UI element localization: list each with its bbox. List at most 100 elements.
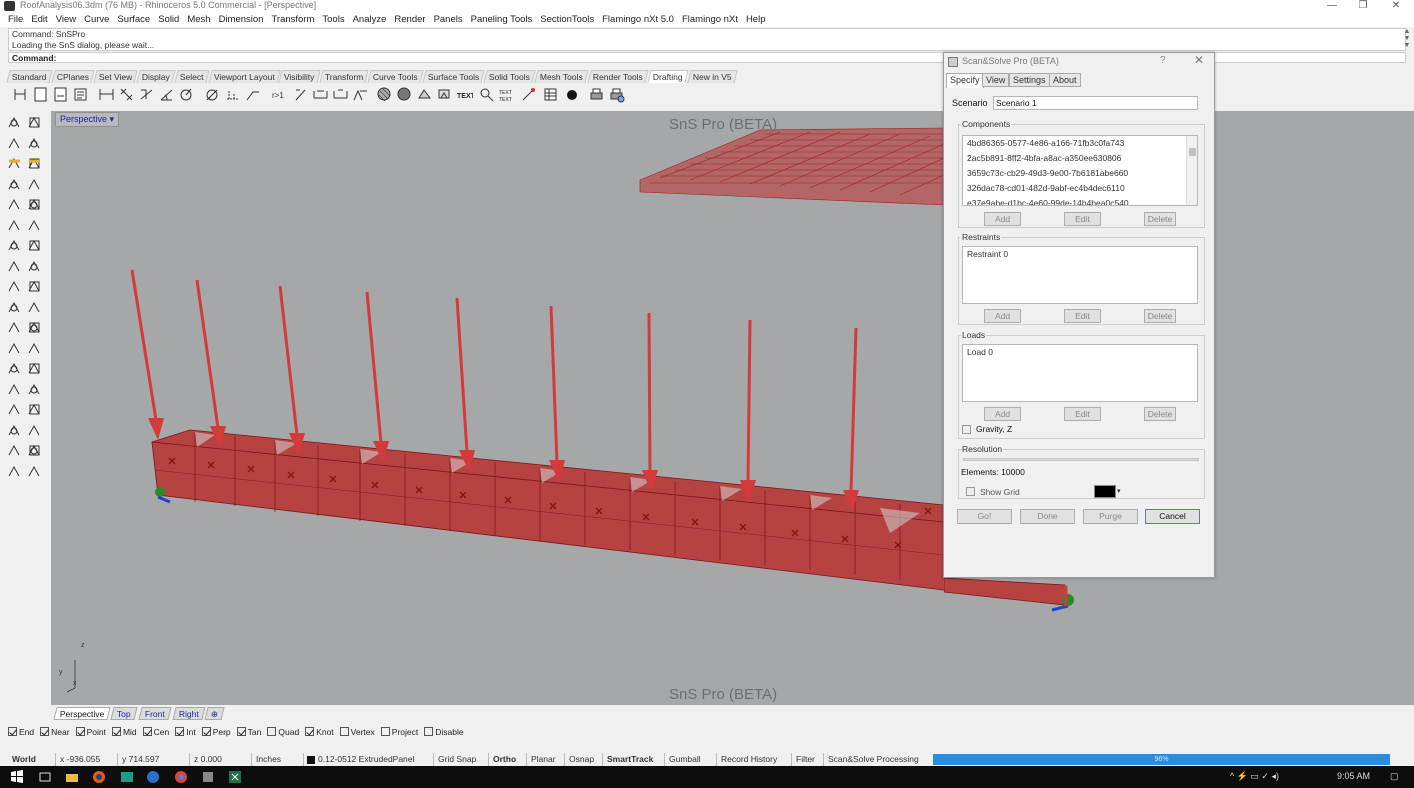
- restraints-edit-button[interactable]: Edit: [1064, 309, 1101, 323]
- tab-about[interactable]: About: [1049, 73, 1081, 87]
- rotated-dimension-icon[interactable]: [138, 86, 155, 103]
- notifications-icon[interactable]: ▢: [1390, 771, 1399, 782]
- select-points-icon[interactable]: [6, 114, 23, 131]
- tab-new-in-v5[interactable]: New in V5: [687, 70, 738, 83]
- move-icon[interactable]: [26, 217, 43, 234]
- cancel-button[interactable]: Cancel: [1145, 509, 1200, 524]
- tab-front[interactable]: Front: [138, 707, 172, 720]
- arc-icon[interactable]: [6, 176, 23, 193]
- sweep-icon[interactable]: [6, 381, 23, 398]
- osnap-vertex[interactable]: Vertex: [339, 727, 375, 737]
- hatch-icon[interactable]: [376, 86, 393, 103]
- print-setup-icon[interactable]: [608, 86, 625, 103]
- windows-start-icon[interactable]: [10, 770, 24, 784]
- purge-button[interactable]: Purge: [1083, 509, 1138, 524]
- osnap-int[interactable]: Int: [175, 727, 196, 737]
- chrome-icon[interactable]: [174, 770, 188, 784]
- linear-dimension-icon[interactable]: [98, 86, 115, 103]
- dot-icon[interactable]: [292, 86, 309, 103]
- done-button[interactable]: Done: [1020, 509, 1075, 524]
- text-icon[interactable]: TEXT: [456, 86, 476, 103]
- list-item[interactable]: Load 0: [963, 345, 1197, 360]
- leader-icon[interactable]: [244, 86, 261, 103]
- dimension-icon[interactable]: [12, 86, 29, 103]
- menu-flamingo-nxt[interactable]: Flamingo nXt: [678, 12, 742, 27]
- go-button[interactable]: Go!: [957, 509, 1012, 524]
- table-icon[interactable]: [542, 86, 559, 103]
- radius-dimension-icon[interactable]: [178, 86, 195, 103]
- add-viewport-tab-icon[interactable]: ⊕: [204, 707, 225, 720]
- menu-view[interactable]: View: [52, 12, 80, 27]
- list-item[interactable]: 4bd86365-0577-4e86-a166-71fb3c0fa743: [963, 136, 1197, 151]
- mirror-icon[interactable]: [6, 258, 23, 275]
- tab-set-view[interactable]: Set View: [93, 70, 138, 83]
- rotate-icon[interactable]: [6, 237, 23, 254]
- aligned-dimension-icon[interactable]: [118, 86, 135, 103]
- tab-display[interactable]: Display: [136, 70, 176, 83]
- components-add-button[interactable]: Add: [984, 212, 1021, 226]
- dimension-style-icon[interactable]: [332, 86, 349, 103]
- text-icon[interactable]: [6, 217, 23, 234]
- menu-solid[interactable]: Solid: [154, 12, 183, 27]
- ortho-icon[interactable]: [6, 463, 23, 480]
- help-button[interactable]: ?: [1160, 55, 1166, 66]
- extrude-icon[interactable]: [6, 340, 23, 357]
- components-scrollbar[interactable]: [1186, 136, 1197, 205]
- tab-cplanes[interactable]: CPlanes: [50, 70, 95, 83]
- restore-button[interactable]: ❐: [1353, 0, 1373, 12]
- cap-icon[interactable]: [26, 360, 43, 377]
- circle-icon[interactable]: [26, 176, 43, 193]
- osnap-icon[interactable]: [26, 463, 43, 480]
- boolean-icon[interactable]: [6, 360, 23, 377]
- polyline-icon[interactable]: [26, 114, 43, 131]
- dim-icon[interactable]: [26, 401, 43, 418]
- cplane-indicator[interactable]: World: [8, 753, 56, 766]
- restraints-delete-button[interactable]: Delete: [1144, 309, 1176, 323]
- menu-panels[interactable]: Panels: [430, 12, 467, 27]
- polygon-icon[interactable]: [26, 196, 43, 213]
- osnap-toggle[interactable]: Osnap: [565, 753, 603, 766]
- menu-edit[interactable]: Edit: [27, 12, 51, 27]
- scenario-input[interactable]: Scenario 1: [993, 96, 1198, 110]
- list-item[interactable]: 326dac78-cd01-482d-9abf-ec4b4dec6110: [963, 181, 1197, 196]
- grid-snap-toggle[interactable]: Grid Snap: [434, 753, 489, 766]
- offset-icon[interactable]: [26, 319, 43, 336]
- tab-transform[interactable]: Transform: [319, 70, 369, 83]
- perspective-viewport[interactable]: z y x: [51, 111, 944, 705]
- osnap-checkbox[interactable]: [40, 727, 50, 736]
- command-scrollbar[interactable]: ▲ ▼ ▼: [1402, 28, 1412, 64]
- osnap-mid[interactable]: Mid: [111, 727, 137, 737]
- gumball-toggle[interactable]: Gumball: [665, 753, 717, 766]
- record-history-toggle[interactable]: Record History: [717, 753, 792, 766]
- osnap-checkbox[interactable]: [424, 727, 434, 736]
- loads-edit-button[interactable]: Edit: [1064, 407, 1101, 421]
- split-icon[interactable]: [6, 299, 23, 316]
- ellipse-icon[interactable]: [6, 196, 23, 213]
- grid-icon[interactable]: [6, 422, 23, 439]
- planar-toggle[interactable]: Planar: [527, 753, 565, 766]
- osnap-knot[interactable]: Knot: [305, 727, 334, 737]
- tab-right[interactable]: Right: [172, 707, 206, 720]
- color-dropdown-icon[interactable]: ▾: [1117, 485, 1126, 498]
- menu-transform[interactable]: Transform: [267, 12, 318, 27]
- loads-delete-button[interactable]: Delete: [1144, 407, 1176, 421]
- viewport-title[interactable]: Perspective ▾: [55, 112, 120, 127]
- viewport-lower-right[interactable]: [944, 578, 1414, 705]
- osnap-checkbox[interactable]: [201, 727, 211, 736]
- scale-icon[interactable]: [26, 237, 43, 254]
- viewport-right-strip[interactable]: [1214, 111, 1414, 578]
- loads-add-button[interactable]: Add: [984, 407, 1021, 421]
- list-item[interactable]: e37e9abe-d1bc-4e60-99de-14b4bea0c540: [963, 196, 1197, 205]
- tab-perspective[interactable]: Perspective: [53, 707, 112, 720]
- viewport-dropdown-icon[interactable]: ▾: [110, 114, 115, 124]
- tab-view[interactable]: View: [982, 73, 1010, 87]
- components-delete-button[interactable]: Delete: [1144, 212, 1176, 226]
- minimize-button[interactable]: —: [1322, 0, 1342, 12]
- osnap-perp[interactable]: Perp: [201, 727, 231, 737]
- tab-specify[interactable]: Specify: [946, 73, 984, 88]
- angle-dimension-icon[interactable]: [158, 86, 175, 103]
- components-edit-button[interactable]: Edit: [1064, 212, 1101, 226]
- task-view-icon[interactable]: [38, 770, 52, 784]
- make-2d-icon[interactable]: [352, 86, 369, 103]
- rectangle-icon[interactable]: [26, 155, 43, 172]
